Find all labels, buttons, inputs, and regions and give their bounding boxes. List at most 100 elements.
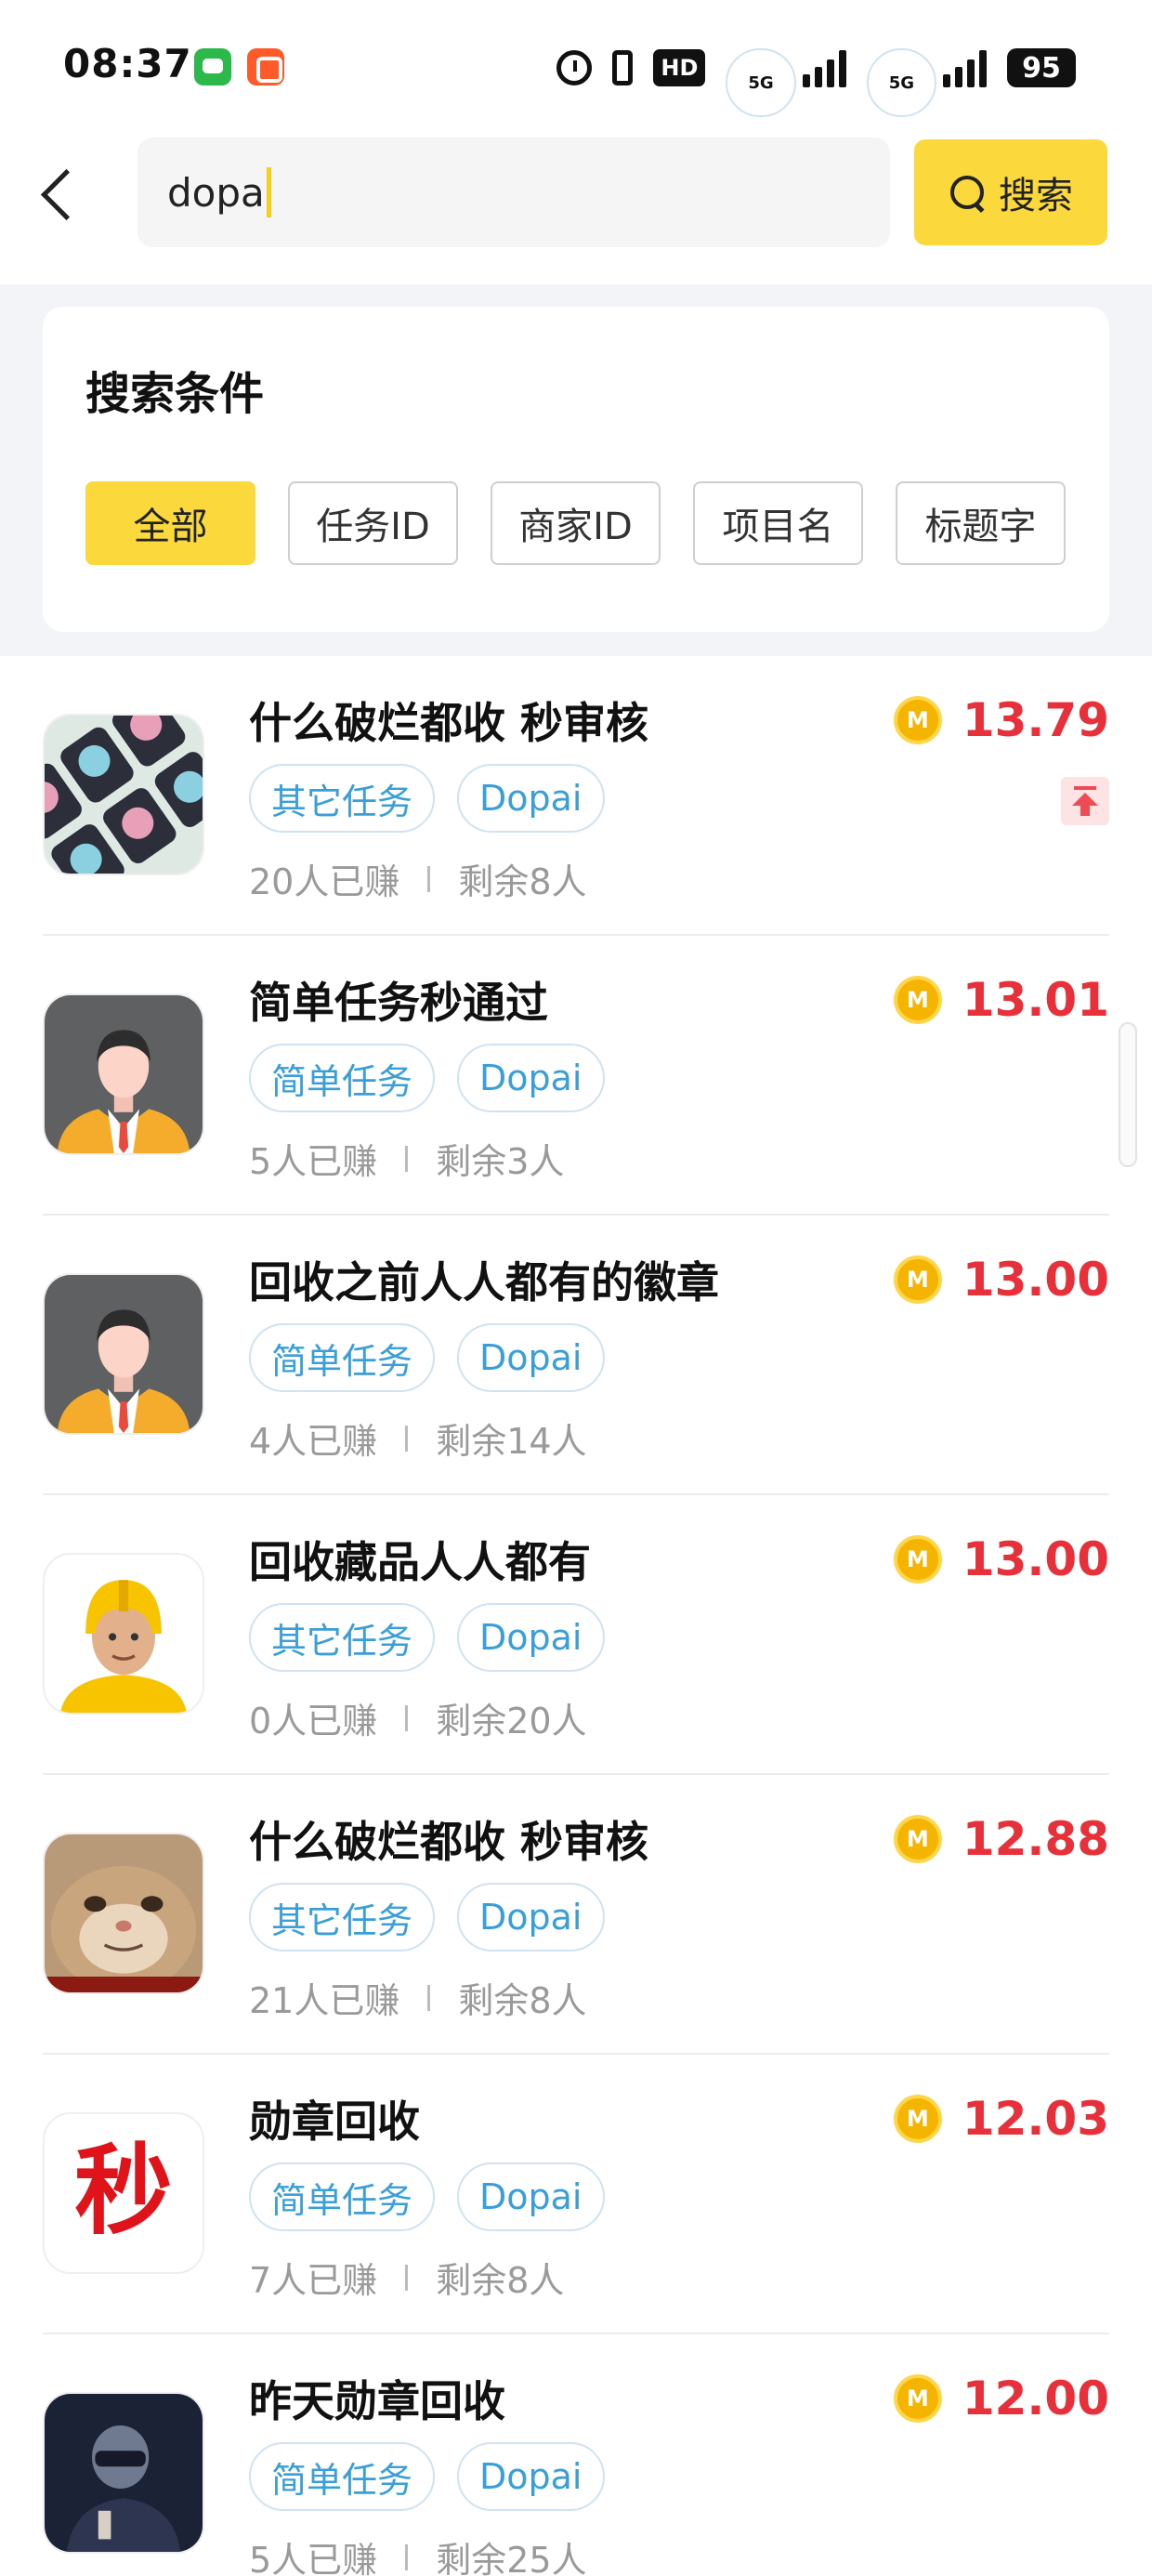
task-platform-tag: Dopai bbox=[457, 764, 605, 833]
filter-chip-task-id[interactable]: 任务ID bbox=[288, 481, 458, 565]
task-title: 什么破烂都收 秒审核 bbox=[249, 698, 649, 748]
task-stats: 0人已赚 剩余20人 bbox=[249, 1692, 587, 1743]
task-item[interactable]: 什么破烂都收 秒审核 其它任务 Dopai 21人已赚 剩余8人 M 12.88 bbox=[43, 1775, 1109, 2055]
task-reward: M 12.00 bbox=[893, 2372, 1109, 2425]
anime-grid-avatar bbox=[43, 714, 204, 875]
search-input[interactable]: dopa bbox=[137, 138, 890, 247]
task-platform-tag: Dopai bbox=[457, 1883, 605, 1952]
task-item[interactable]: 秒 勋章回收 简单任务 Dopai 7人已赚 剩余8人 M 12.03 bbox=[43, 2055, 1109, 2334]
vibrate-icon bbox=[612, 50, 634, 85]
task-platform-tag: Dopai bbox=[457, 1044, 605, 1112]
pin-top-icon[interactable] bbox=[1061, 777, 1109, 825]
task-earned-count: 4人已赚 bbox=[249, 1421, 378, 1462]
task-stats: 4人已赚 剩余14人 bbox=[249, 1413, 587, 1464]
filter-chip-all[interactable]: 全部 bbox=[85, 481, 255, 565]
hd-icon: HD bbox=[653, 49, 706, 86]
status-time: 08:37 bbox=[63, 41, 192, 86]
task-item[interactable]: 回收之前人人都有的徽章 简单任务 Dopai 4人已赚 剩余14人 M 13.00 bbox=[43, 1216, 1109, 1495]
shop-app-icon bbox=[247, 48, 284, 85]
coin-icon: M bbox=[893, 1255, 942, 1304]
task-price: 13.01 bbox=[962, 973, 1109, 1027]
task-title: 勋章回收 bbox=[249, 2096, 420, 2147]
back-button[interactable] bbox=[32, 156, 87, 230]
default-man-avatar bbox=[43, 1273, 204, 1435]
task-item[interactable]: 什么破烂都收 秒审核 其它任务 Dopai 20人已赚 剩余8人 M 13.79 bbox=[43, 656, 1109, 936]
scrollbar[interactable] bbox=[1119, 1022, 1137, 1167]
cat-avatar bbox=[43, 1833, 204, 1994]
task-item[interactable]: 回收藏品人人都有 其它任务 Dopai 0人已赚 剩余20人 M 13.00 bbox=[43, 1495, 1109, 1775]
task-category-tag: 简单任务 bbox=[249, 1044, 436, 1112]
filter-chip-project-name[interactable]: 项目名 bbox=[693, 481, 863, 565]
task-price: 12.00 bbox=[962, 2372, 1109, 2425]
task-stats: 5人已赚 剩余3人 bbox=[249, 1133, 564, 1184]
task-stats: 7人已赚 剩余8人 bbox=[249, 2252, 564, 2303]
task-price: 12.88 bbox=[962, 1812, 1109, 1866]
task-price: 13.00 bbox=[962, 1253, 1109, 1307]
task-remaining-count: 剩余8人 bbox=[436, 2260, 565, 2301]
search-query-text: dopa bbox=[167, 169, 265, 216]
task-title: 回收藏品人人都有 bbox=[249, 1537, 591, 1587]
search-button[interactable]: 搜索 bbox=[914, 139, 1107, 245]
filter-chip-title-keyword[interactable]: 标题字 bbox=[896, 481, 1066, 565]
task-price: 13.00 bbox=[962, 1532, 1109, 1586]
task-platform-tag: Dopai bbox=[457, 1603, 605, 1672]
filter-title: 搜索条件 bbox=[85, 368, 265, 420]
task-tags: 其它任务 Dopai bbox=[249, 764, 605, 833]
task-earned-count: 7人已赚 bbox=[249, 2260, 378, 2301]
coin-icon: M bbox=[893, 2374, 942, 2423]
task-reward: M 13.00 bbox=[893, 1253, 1109, 1307]
task-platform-tag: Dopai bbox=[457, 1323, 605, 1392]
coin-icon: M bbox=[893, 1535, 942, 1584]
coin-icon: M bbox=[893, 1815, 942, 1863]
helmet-person-avatar bbox=[43, 2392, 204, 2554]
task-title: 昨天勋章回收 bbox=[249, 2376, 505, 2426]
search-icon bbox=[949, 174, 986, 211]
task-list: 什么破烂都收 秒审核 其它任务 Dopai 20人已赚剩余8人 M 13.79 bbox=[0, 656, 1152, 2576]
filter-chip-merchant-id[interactable]: 商家ID bbox=[491, 481, 661, 565]
battery-icon: 95 bbox=[1007, 48, 1076, 87]
task-tags: 其它任务 Dopai bbox=[249, 1883, 605, 1952]
search-button-label: 搜索 bbox=[999, 175, 1073, 217]
task-tags: 简单任务 Dopai bbox=[249, 2442, 605, 2511]
signal-5g-icon: 5G bbox=[866, 48, 987, 117]
task-earned-count: 5人已赚 bbox=[249, 2540, 378, 2576]
task-item[interactable]: 昨天勋章回收 简单任务 Dopai 5人已赚 剩余25人 M 12.00 bbox=[43, 2334, 1109, 2576]
task-platform-tag: Dopai bbox=[457, 2162, 605, 2231]
network-label: 5G bbox=[726, 48, 796, 117]
task-category-tag: 简单任务 bbox=[249, 2162, 436, 2231]
task-title: 什么破烂都收 秒审核 bbox=[249, 1817, 649, 1867]
task-remaining-count: 剩余14人 bbox=[436, 1421, 587, 1462]
status-bar: 08:37 HD 5G 5G 95 bbox=[0, 0, 1152, 139]
task-earned-count: 0人已赚 bbox=[249, 1701, 378, 1741]
miao-char-text: 秒 bbox=[74, 2133, 172, 2248]
alarm-icon bbox=[556, 50, 593, 85]
task-tags: 简单任务 Dopai bbox=[249, 2162, 605, 2231]
task-stats: 5人已赚 剩余25人 bbox=[249, 2531, 587, 2576]
task-earned-count: 21人已赚 bbox=[249, 1980, 400, 2021]
task-reward: M 12.88 bbox=[893, 1812, 1109, 1866]
yellow-helmet-avatar bbox=[43, 1553, 204, 1715]
status-icons: HD 5G 5G 95 bbox=[556, 45, 1076, 117]
task-category-tag: 其它任务 bbox=[249, 1883, 436, 1952]
task-title: 简单任务秒通过 bbox=[249, 978, 548, 1028]
coin-icon: M bbox=[893, 976, 942, 1024]
task-earned-count: 20人已赚 bbox=[249, 861, 400, 902]
task-price: 13.79 bbox=[962, 693, 1109, 747]
task-tags: 简单任务 Dopai bbox=[249, 1044, 605, 1112]
signal-5g-icon: 5G bbox=[726, 48, 846, 117]
text-caret bbox=[266, 167, 271, 217]
filter-chips: 全部 任务ID 商家ID 项目名 标题字 bbox=[85, 481, 1066, 565]
task-reward: M 12.03 bbox=[893, 2092, 1109, 2146]
task-reward: M 13.01 bbox=[893, 973, 1109, 1027]
coin-icon: M bbox=[893, 2095, 942, 2143]
task-remaining-count: 剩余25人 bbox=[436, 2540, 587, 2576]
task-remaining-count: 剩余20人 bbox=[436, 1701, 587, 1741]
task-remaining-count: 剩余8人 bbox=[458, 861, 587, 902]
task-tags: 简单任务 Dopai bbox=[249, 1323, 605, 1392]
task-item[interactable]: 简单任务秒通过 简单任务 Dopai 5人已赚 剩余3人 M 13.01 bbox=[43, 936, 1109, 1216]
messages-app-icon bbox=[194, 48, 231, 85]
task-price: 12.03 bbox=[962, 2092, 1109, 2146]
task-reward: M 13.00 bbox=[893, 1532, 1109, 1586]
network-label: 5G bbox=[866, 48, 936, 117]
default-man-avatar bbox=[43, 993, 204, 1155]
